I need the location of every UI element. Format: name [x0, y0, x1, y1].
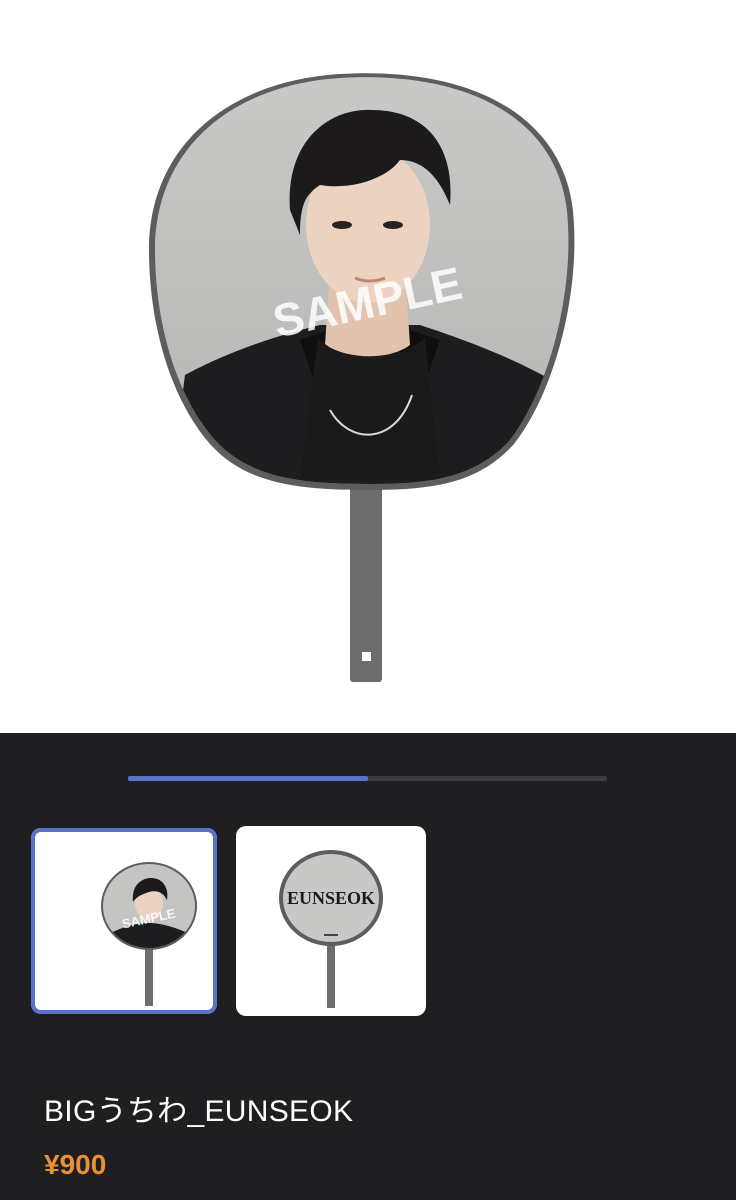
- thumbnail-back-image: EUNSEOK: [279, 850, 383, 1008]
- thumbnail-front[interactable]: SAMPLE: [31, 828, 217, 1014]
- product-title: BIGうちわ_EUNSEOK: [44, 1095, 354, 1128]
- uchiwa-fan-illustration: SAMPLE: [149, 73, 575, 682]
- handle-hole: [362, 652, 371, 661]
- product-image[interactable]: SAMPLE: [0, 0, 736, 733]
- gallery-progress-fill: [128, 776, 368, 781]
- thumbnail-front-image: SAMPLE: [101, 862, 197, 1006]
- thumbnail-back-label: EUNSEOK: [287, 888, 375, 908]
- product-price: ¥900: [44, 1149, 107, 1180]
- thumbnail-back[interactable]: EUNSEOK: [236, 826, 426, 1016]
- gallery-progress-bar: [128, 776, 607, 781]
